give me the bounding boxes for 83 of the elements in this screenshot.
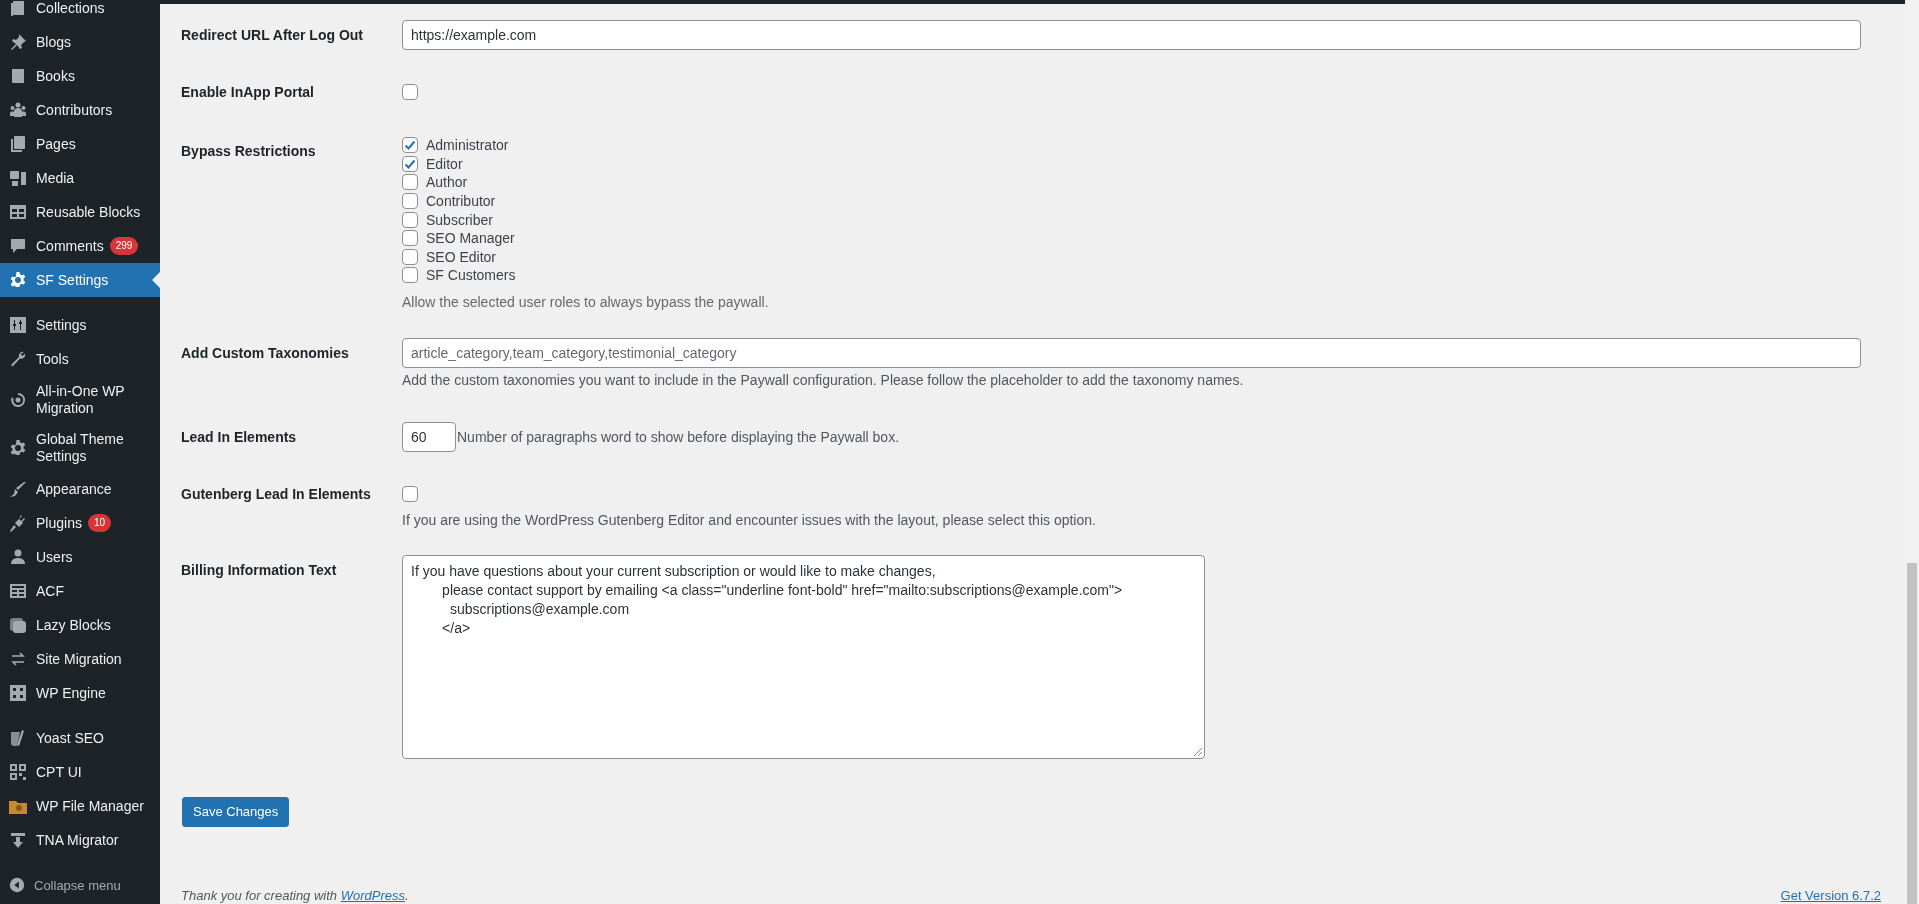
field-label: Redirect URL After Log Out	[181, 26, 364, 45]
table-icon	[8, 581, 28, 601]
text-field[interactable]: article_category,team_category,testimonial_category	[402, 337, 1861, 368]
wordpress-link[interactable]: WordPress	[340, 888, 405, 903]
checkbox-label: Author	[426, 173, 468, 192]
square-icon	[8, 615, 28, 635]
menu-item[interactable]: Lazy Blocks	[0, 608, 160, 642]
count-badge: 299	[109, 237, 139, 255]
people-icon	[8, 100, 28, 120]
scrollbar-thumb[interactable]	[1907, 563, 1917, 904]
brush-icon	[8, 479, 28, 499]
grid-icon	[8, 762, 28, 782]
media-icon	[8, 168, 28, 188]
field-description: Number of paragraphs word to show before displaying the Paywall box.	[457, 428, 900, 445]
menu-item[interactable]: Comments 299	[0, 229, 160, 263]
text-field[interactable]: https://example.com	[402, 20, 1861, 50]
menu-item[interactable]: Tools	[0, 342, 160, 376]
checkbox-label: SEO Editor	[426, 247, 497, 266]
table-icon	[8, 202, 28, 222]
menu-item[interactable]: Books	[0, 59, 160, 93]
checkbox[interactable]	[402, 84, 418, 100]
grid-icon	[8, 683, 28, 703]
menu-item[interactable]: All-in-One WP Migration	[0, 376, 160, 424]
gear-icon	[8, 270, 28, 290]
checkbox-label: Administrator	[426, 136, 509, 155]
footer-credit: Thank you for creating with WordPress.	[181, 888, 409, 903]
checkbox-label: SF Customers	[426, 266, 516, 285]
menu-item[interactable]: Media	[0, 161, 160, 195]
menu-item[interactable]: SF Settings	[0, 263, 160, 297]
checkbox[interactable]	[402, 230, 418, 247]
field-description: Allow the selected user roles to always bypass the paywall.	[402, 292, 770, 311]
user-icon	[8, 547, 28, 567]
checkbox-label: Contributor	[426, 192, 496, 211]
checkbox-label: Subscriber	[426, 210, 493, 229]
menu-item[interactable]: Site Migration	[0, 642, 160, 676]
field-label: Enable InApp Portal	[181, 83, 315, 101]
menu-item[interactable]: Collections	[0, 0, 160, 25]
menu-item[interactable]: Blogs	[0, 25, 160, 59]
checkbox[interactable]	[402, 267, 418, 284]
field-label: Lead In Elements	[181, 427, 298, 447]
plug-icon	[8, 513, 28, 533]
checkbox-label: SEO Manager	[426, 229, 515, 248]
field-label: Bypass Restrictions	[181, 142, 317, 161]
circle-arrow-icon	[8, 390, 28, 410]
menu-item[interactable]: TNA Migrator	[0, 823, 160, 857]
checkbox[interactable]	[402, 193, 418, 210]
count-badge: 10	[87, 514, 112, 532]
sliders-icon	[8, 315, 28, 335]
menu-item[interactable]: Pages	[0, 127, 160, 161]
menu-item[interactable]: ACF	[0, 574, 160, 608]
checkbox[interactable]	[402, 137, 418, 154]
pages-icon	[8, 134, 28, 154]
menu-item[interactable]: Contributors	[0, 93, 160, 127]
number-field[interactable]: 60	[402, 421, 456, 452]
field-description: If you are using the WordPress Gutenberg Editor and encounter issues with the layout, please select this option.	[402, 510, 1097, 529]
menu-item[interactable]: WP Engine	[0, 676, 160, 710]
collapse-icon	[8, 876, 26, 894]
gear-icon	[8, 438, 28, 458]
field-label: Billing Information Text	[181, 560, 338, 580]
textarea-field[interactable]: If you have questions about your current subscription or would like to make changes, please contact support by emailing <a class="underline font-bold" href="mailto:subscriptions@example.com"> subscriptions@example.com </a>	[402, 554, 1205, 759]
field-label: Gutenberg Lead In Elements	[181, 484, 372, 504]
menu-item[interactable]: Reusable Blocks	[0, 195, 160, 229]
field-label: Add Custom Taxonomies	[181, 343, 350, 363]
menu-item[interactable]: Global Theme Settings	[0, 424, 160, 472]
menu-item[interactable]: Users	[0, 540, 160, 574]
field-description: Add the custom taxonomies you want to include in the Paywall configuration. Please follow the placeholder to add the taxonomy names.	[402, 370, 1245, 389]
checkbox[interactable]	[402, 155, 418, 172]
version-link[interactable]: Get Version 6.7.2	[1780, 888, 1881, 903]
checkbox[interactable]	[402, 211, 418, 228]
menu-item[interactable]: Settings	[0, 308, 160, 342]
menu-item[interactable]: Plugins 10	[0, 506, 160, 540]
download-icon	[8, 830, 28, 850]
checkbox[interactable]	[402, 485, 418, 502]
menu-item[interactable]: CPT UI	[0, 755, 160, 789]
speech-bubble-icon	[8, 236, 28, 256]
menu-item[interactable]: Appearance	[0, 472, 160, 506]
checkbox[interactable]	[402, 248, 418, 265]
checkbox-label: Editor	[426, 154, 463, 173]
checkbox[interactable]	[402, 174, 418, 191]
save-changes-button[interactable]: Save Changes	[182, 796, 290, 827]
collapse-menu-button[interactable]: Collapse menu	[0, 868, 160, 902]
menu-item[interactable]: Yoast SEO	[0, 721, 160, 755]
menu-item[interactable]: WP File Manager	[0, 789, 160, 823]
